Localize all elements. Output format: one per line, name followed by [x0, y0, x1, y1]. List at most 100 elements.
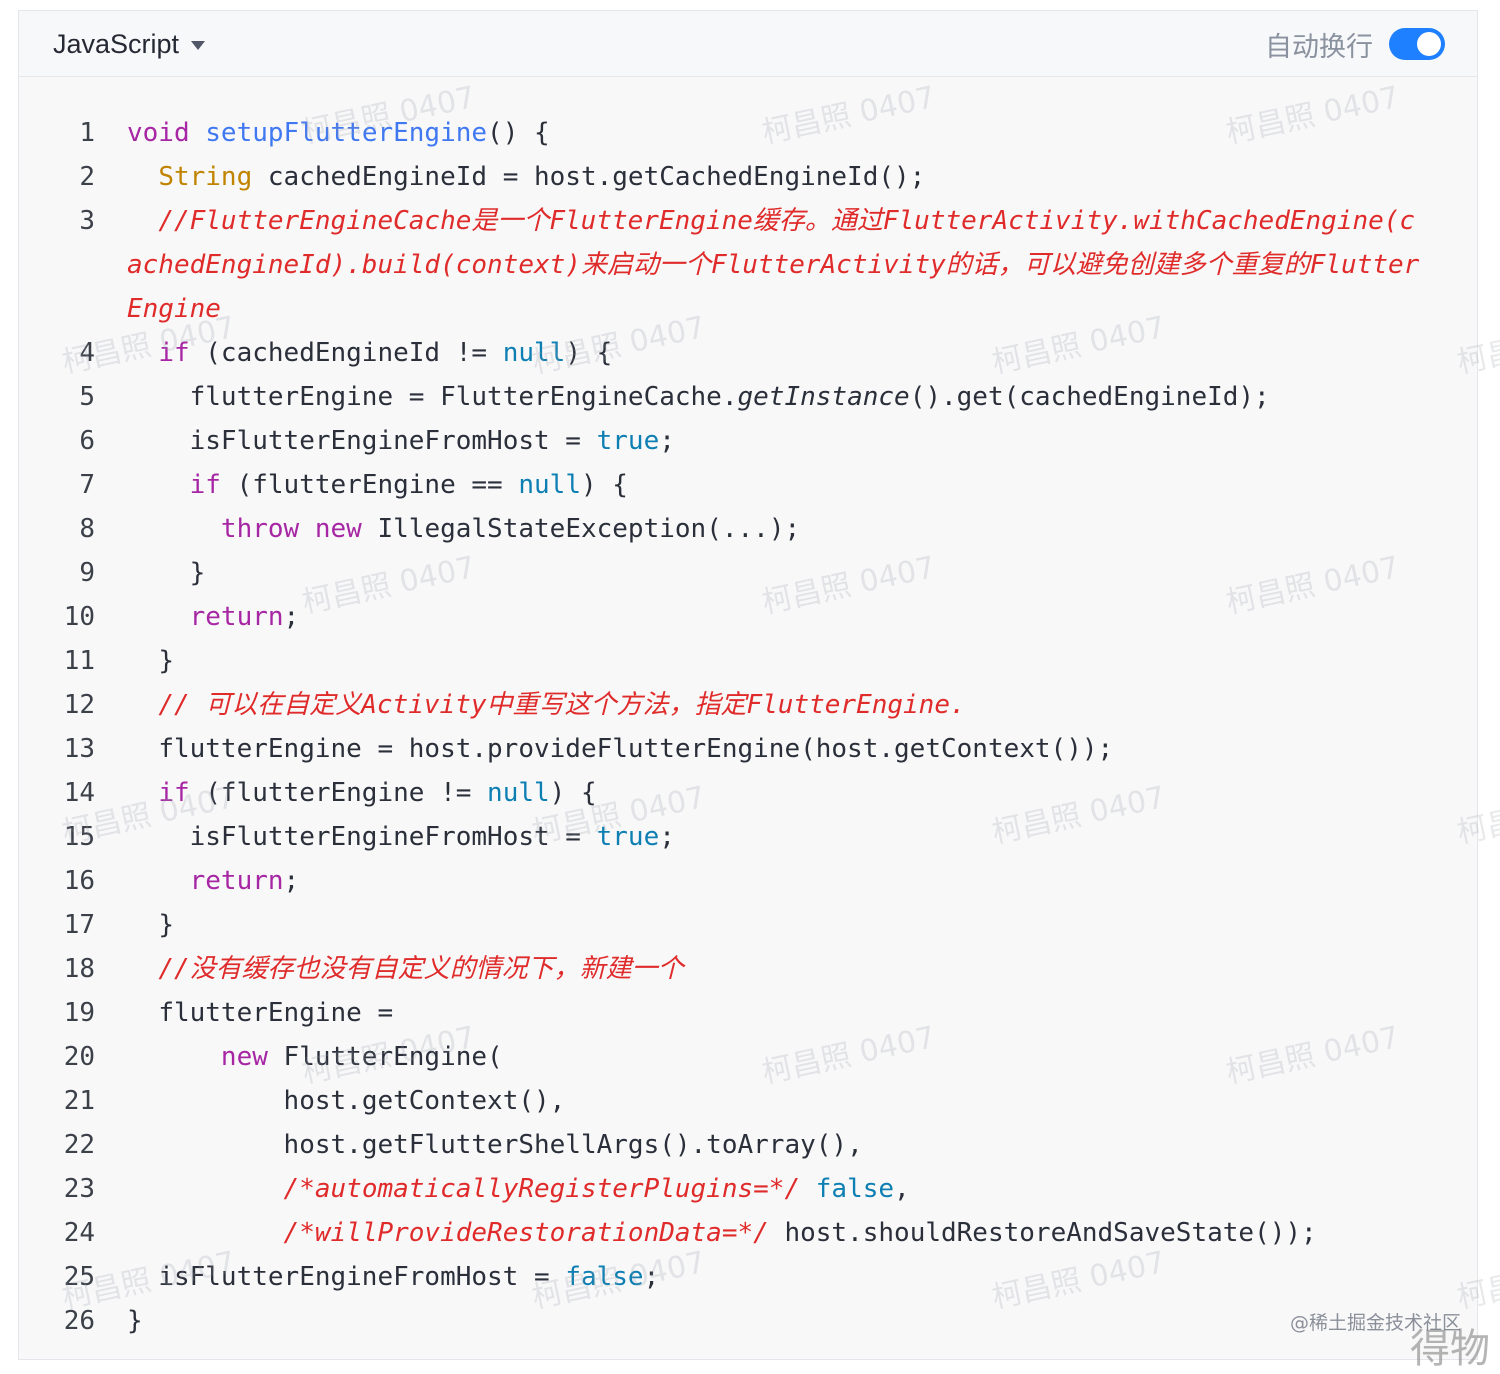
code-token: ) {: [580, 470, 628, 500]
code-token: cachedEngineId = host.getCachedEngineId(…: [252, 162, 926, 192]
code-token: }: [127, 646, 174, 676]
line-source: //没有缓存也没有自定义的情况下，新建一个: [127, 947, 1427, 991]
word-wrap-control: 自动换行: [1265, 11, 1445, 77]
line-number: 9: [79, 558, 95, 588]
code-line: 19 flutterEngine =: [19, 991, 1477, 1035]
code-token: (flutterEngine !=: [189, 778, 488, 808]
line-source: if (flutterEngine == null) {: [127, 463, 1427, 507]
line-number: 2: [79, 162, 95, 192]
code-token: ;: [283, 866, 300, 896]
code-token: throw: [220, 514, 300, 544]
code-token: }: [127, 910, 174, 940]
code-token: //FlutterEngineCache是一个FlutterEngine缓存。通…: [127, 206, 1420, 324]
code-line: 23 /*automaticallyRegisterPlugins=*/ fal…: [19, 1167, 1477, 1211]
code-token: return: [189, 602, 284, 632]
line-source: isFlutterEngineFromHost = true;: [127, 419, 1427, 463]
code-token: if: [158, 338, 190, 368]
code-token: (flutterEngine ==: [220, 470, 519, 500]
code-line: 1 void setupFlutterEngine() {: [19, 111, 1477, 155]
code-line: 5 flutterEngine = FlutterEngineCache.get…: [19, 375, 1477, 419]
language-selector[interactable]: JavaScript: [53, 11, 206, 77]
code-token: false: [815, 1174, 895, 1204]
code-line: 13 flutterEngine = host.provideFlutterEn…: [19, 727, 1477, 771]
code-token: ().get(cachedEngineId);: [909, 382, 1270, 412]
language-label: JavaScript: [53, 28, 180, 59]
line-source: return;: [127, 859, 1427, 903]
code-token: ) {: [549, 778, 597, 808]
line-number: 13: [63, 734, 95, 764]
line-number: 7: [79, 470, 95, 500]
code-line: 10 return;: [19, 595, 1477, 639]
line-source: }: [127, 1299, 1427, 1343]
code-line: 25 isFlutterEngineFromHost = false;: [19, 1255, 1477, 1299]
code-token: //没有缓存也没有自定义的情况下，新建一个: [158, 954, 684, 984]
line-source: flutterEngine = FlutterEngineCache.getIn…: [127, 375, 1427, 419]
line-source: new FlutterEngine(: [127, 1035, 1427, 1079]
line-source: host.getFlutterShellArgs().toArray(),: [127, 1123, 1427, 1167]
line-number: 4: [79, 338, 95, 368]
code-token: flutterEngine = host.provideFlutterEngin…: [127, 734, 1114, 764]
code-line: 7 if (flutterEngine == null) {: [19, 463, 1477, 507]
code-line: 24 /*willProvideRestorationData=*/ host.…: [19, 1211, 1477, 1255]
line-source: return;: [127, 595, 1427, 639]
line-number: 25: [63, 1262, 95, 1292]
code-token: setupFlutterEngine: [205, 118, 488, 148]
line-source: isFlutterEngineFromHost = false;: [127, 1255, 1427, 1299]
code-token: new: [220, 1042, 268, 1072]
line-source: isFlutterEngineFromHost = true;: [127, 815, 1427, 859]
line-source: flutterEngine =: [127, 991, 1427, 1035]
code-token: host.shouldRestoreAndSaveState());: [768, 1218, 1317, 1248]
line-number: 16: [63, 866, 95, 896]
line-source: void setupFlutterEngine() {: [127, 111, 1427, 155]
line-number: 23: [63, 1174, 95, 1204]
code-line: 26}: [19, 1299, 1477, 1343]
code-line: 21 host.getContext(),: [19, 1079, 1477, 1123]
line-source: flutterEngine = host.provideFlutterEngin…: [127, 727, 1427, 771]
code-token: isFlutterEngineFromHost =: [127, 1262, 566, 1292]
line-number: 22: [63, 1130, 95, 1160]
code-line: 8 throw new IllegalStateException(...);: [19, 507, 1477, 551]
line-number: 19: [63, 998, 95, 1028]
code-line: 2 String cachedEngineId = host.getCached…: [19, 155, 1477, 199]
line-number: 12: [63, 690, 95, 720]
code-block: JavaScript 自动换行 1 void setupFlutterEngine…: [18, 10, 1478, 1360]
code-token: host.getFlutterShellArgs().toArray(),: [127, 1130, 863, 1160]
code-token: // 可以在自定义Activity中重写这个方法，指定FlutterEngine…: [158, 690, 966, 720]
code-line: 11 }: [19, 639, 1477, 683]
word-wrap-toggle[interactable]: [1389, 28, 1445, 60]
line-source: }: [127, 903, 1427, 947]
line-source: if (cachedEngineId != null) {: [127, 331, 1427, 375]
code-body: 1 void setupFlutterEngine() {2 String cac…: [19, 111, 1477, 1343]
code-token: }: [127, 1306, 143, 1336]
code-token: }: [127, 558, 206, 588]
code-token: isFlutterEngineFromHost =: [127, 822, 597, 852]
code-line: 22 host.getFlutterShellArgs().toArray(),: [19, 1123, 1477, 1167]
line-source: /*willProvideRestorationData=*/ host.sho…: [127, 1211, 1427, 1255]
code-token: ;: [659, 426, 675, 456]
line-number: 26: [63, 1306, 95, 1336]
code-token: if: [158, 778, 190, 808]
line-number: 20: [63, 1042, 95, 1072]
word-wrap-label: 自动换行: [1265, 31, 1373, 62]
code-token: /*automaticallyRegisterPlugins=*/: [283, 1174, 801, 1204]
line-source: host.getContext(),: [127, 1079, 1427, 1123]
line-number: 5: [79, 382, 95, 412]
line-number: 18: [63, 954, 95, 984]
line-number: 21: [63, 1086, 95, 1116]
line-source: String cachedEngineId = host.getCachedEn…: [127, 155, 1427, 199]
code-token: true: [596, 822, 660, 852]
line-number: 11: [63, 646, 95, 676]
code-token: null: [487, 778, 550, 808]
code-token: ;: [659, 822, 675, 852]
code-token: String: [158, 162, 253, 192]
line-source: /*automaticallyRegisterPlugins=*/ false,: [127, 1167, 1427, 1211]
